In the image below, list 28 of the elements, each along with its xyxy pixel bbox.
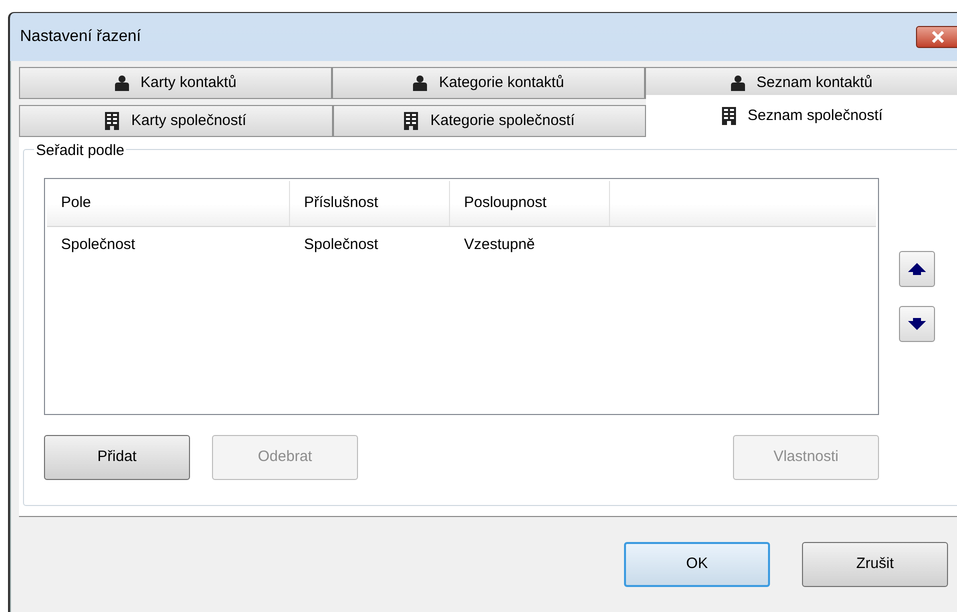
table-cell-text: Vzestupně bbox=[463, 234, 536, 255]
tab[interactable]: Seznam společností bbox=[646, 95, 957, 137]
person-icon bbox=[412, 75, 427, 91]
building-icon bbox=[722, 107, 736, 125]
building-icon bbox=[105, 112, 120, 130]
person-icon bbox=[730, 75, 745, 91]
arrow-down-icon bbox=[908, 318, 926, 330]
table-cell-text: Společnost bbox=[60, 234, 136, 255]
list-action-button[interactable]: Přidat bbox=[44, 435, 190, 480]
tab[interactable]: Kategorie společností bbox=[332, 105, 646, 137]
move-down-button[interactable] bbox=[899, 306, 935, 342]
tab[interactable]: Kategorie kontaktů bbox=[332, 67, 645, 99]
tab[interactable]: Karty kontaktů bbox=[19, 67, 332, 99]
building-icon bbox=[404, 112, 418, 130]
close-button[interactable] bbox=[916, 26, 957, 48]
column-header[interactable]: Příslušnost bbox=[290, 181, 450, 226]
table-row[interactable]: Společnost Společnost Vzestupně bbox=[47, 227, 876, 263]
window-title: Nastavení řazení bbox=[20, 27, 141, 47]
close-icon bbox=[931, 31, 945, 43]
dialog-button[interactable]: Zrušit bbox=[802, 542, 948, 587]
person-icon bbox=[114, 75, 129, 91]
column-header[interactable]: Posloupnost bbox=[450, 181, 610, 226]
arrow-up-icon bbox=[908, 263, 926, 275]
dialog-button[interactable]: OK bbox=[624, 542, 770, 587]
move-up-button[interactable] bbox=[899, 251, 935, 287]
table-cell-text: Společnost bbox=[303, 234, 380, 255]
tab[interactable]: Karty společností bbox=[19, 105, 333, 137]
column-header[interactable]: Pole bbox=[47, 181, 290, 226]
